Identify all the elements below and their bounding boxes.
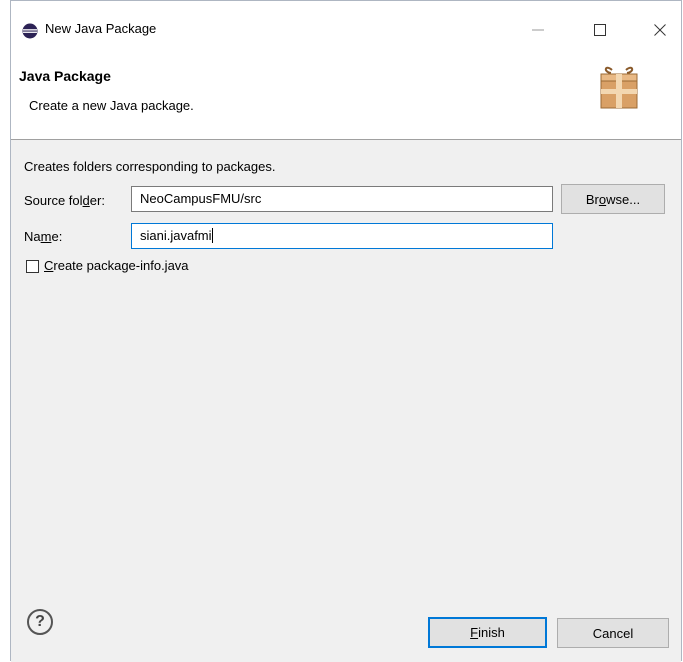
source-folder-input[interactable]: NeoCampusFMU/src xyxy=(131,186,553,212)
cancel-button[interactable]: Cancel xyxy=(557,618,669,648)
close-button[interactable] xyxy=(637,15,683,45)
text-caret xyxy=(211,228,213,243)
eclipse-icon xyxy=(22,23,38,39)
minimize-button[interactable] xyxy=(515,15,561,45)
close-icon xyxy=(654,24,666,36)
page-description: Create a new Java package. xyxy=(29,98,194,113)
create-package-info-checkbox[interactable] xyxy=(26,260,39,273)
package-wizard-icon xyxy=(595,62,643,112)
new-java-package-dialog: New Java Package Java Package Create a n… xyxy=(10,0,682,662)
wizard-content: Creates folders corresponding to package… xyxy=(11,140,681,590)
maximize-icon xyxy=(594,24,606,36)
dialog-footer: ? Finish Cancel xyxy=(11,590,681,662)
page-title: Java Package xyxy=(19,68,111,84)
wizard-header: Java Package Create a new Java package. xyxy=(11,54,681,140)
help-icon[interactable]: ? xyxy=(27,609,53,635)
package-name-input[interactable]: siani.javafmi xyxy=(131,223,553,249)
finish-button[interactable]: Finish xyxy=(428,617,547,648)
create-package-info-label[interactable]: Create package-info.java xyxy=(44,258,189,273)
window-title: New Java Package xyxy=(45,21,157,36)
browse-button[interactable]: Br o wse... xyxy=(561,184,665,214)
name-label: Name: xyxy=(24,229,63,244)
source-folder-label: Source folder: xyxy=(24,193,105,208)
maximize-button[interactable] xyxy=(577,15,623,45)
minimize-icon xyxy=(532,29,544,31)
intro-text: Creates folders corresponding to package… xyxy=(24,159,276,174)
title-bar: New Java Package xyxy=(11,1,681,54)
